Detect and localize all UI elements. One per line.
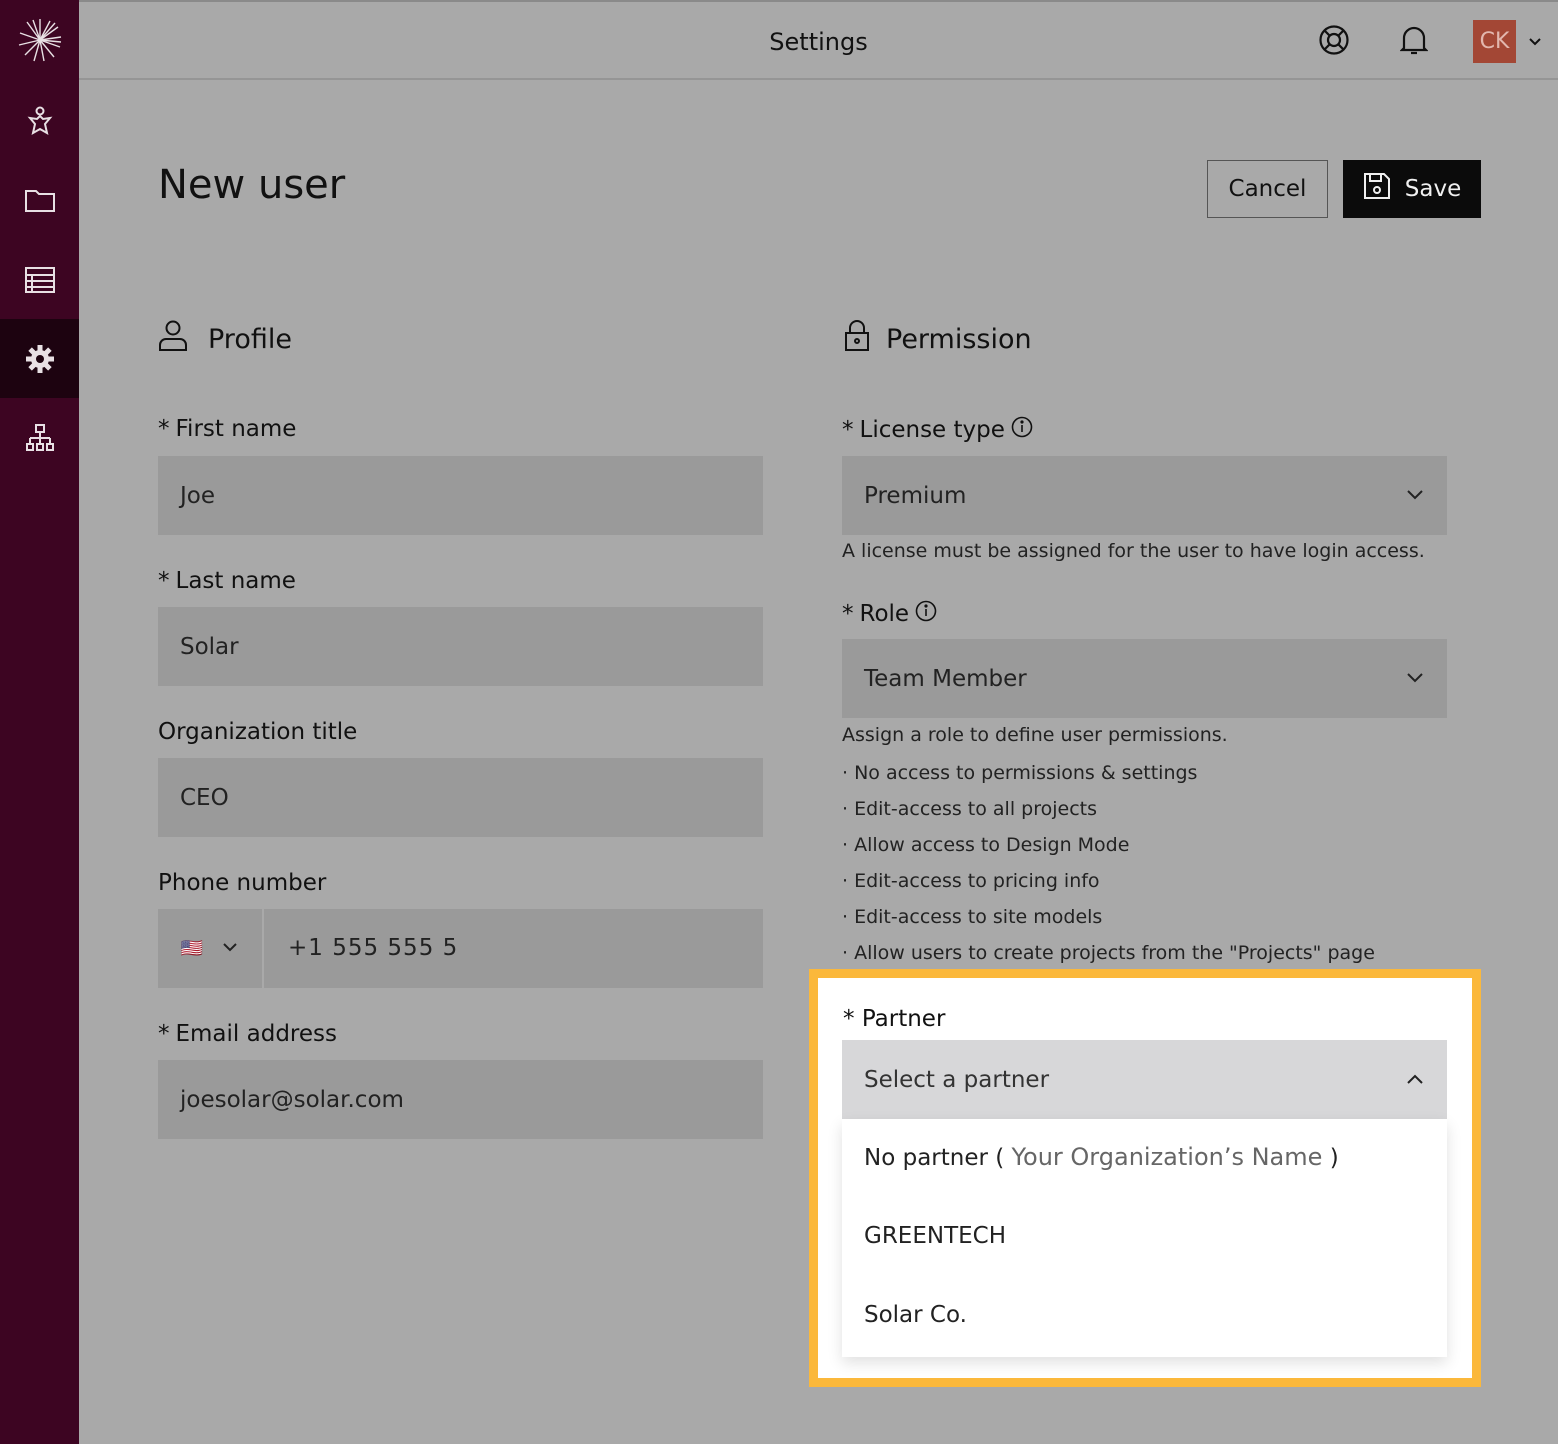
license-type-label: * License type [842,416,1033,444]
info-icon[interactable] [915,600,937,628]
email-label: * Email address [158,1021,337,1047]
table-list-icon[interactable] [0,240,79,319]
role-permission-item: · No access to permissions & settings [842,762,1198,784]
save-button[interactable]: Save [1343,160,1481,218]
partner-label: * Partner [843,1006,945,1032]
profile-heading-text: Profile [208,324,292,355]
partner-option-no-partner[interactable]: No partner ( Your Organization’s Name ) [864,1143,1339,1171]
license-type-value: Premium [864,482,967,509]
license-type-label-text: License type [859,417,1005,443]
org-title-input[interactable]: CEO [158,758,763,837]
partner-select[interactable]: Select a partner [842,1040,1447,1119]
org-title-label-text: Organization title [158,719,358,745]
email-input[interactable]: joesolar@solar.com [158,1060,763,1139]
org-name-placeholder: Your Organization’s Name [1011,1143,1323,1171]
role-permissions-list: · No access to permissions & settings · … [842,755,1375,971]
lock-icon [844,320,870,359]
required-marker: * [158,1021,170,1047]
help-lifebuoy-icon[interactable] [1316,22,1352,58]
last-name-label: * Last name [158,568,296,594]
phone-number-input[interactable]: +1 555 555 5 [288,909,458,988]
folder-icon[interactable] [0,160,79,239]
partner-highlight-panel: * Partner Select a partner No partner ( … [809,969,1481,1387]
role-permission-item: · Edit-access to all projects [842,798,1097,820]
profile-section-heading: Profile [158,320,292,359]
license-help-text: A license must be assigned for the user … [842,540,1425,562]
first-name-label-text: First name [175,416,297,442]
info-icon[interactable] [1011,416,1033,444]
phone-label: Phone number [158,870,326,896]
role-label: * Role [842,600,937,628]
save-disk-icon [1363,172,1391,206]
email-label-text: Email address [175,1021,337,1047]
chevron-down-icon [1405,668,1425,688]
required-marker: * [158,416,170,442]
phone-label-text: Phone number [158,870,327,896]
page-title: New user [158,162,346,208]
chevron-up-icon [1405,1069,1425,1089]
required-marker: * [842,601,854,627]
sidebar [0,0,79,1444]
sunburst-logo-icon[interactable] [0,0,79,80]
required-marker: * [842,417,854,443]
partner-option-solar-co[interactable]: Solar Co. [864,1302,967,1328]
us-flag-icon: 🇺🇸 [180,938,204,959]
role-select[interactable]: Team Member [842,639,1447,718]
last-name-input[interactable]: Solar [158,607,763,686]
required-marker: * [843,1006,855,1032]
chevron-down-icon[interactable] [1526,33,1544,51]
cancel-button[interactable]: Cancel [1207,160,1328,218]
role-permission-item: · Edit-access to pricing info [842,870,1100,892]
partner-option-greentech[interactable]: GREENTECH [864,1223,1006,1249]
option-prefix: No partner ( [864,1145,1012,1171]
role-permission-item: · Edit-access to site models [842,906,1103,928]
first-name-input[interactable]: Joe [158,456,763,535]
role-permission-item: · Allow access to Design Mode [842,834,1130,856]
partner-dropdown-menu: No partner ( Your Organization’s Name ) … [842,1119,1447,1357]
first-name-label: * First name [158,416,296,442]
role-permission-item: · Allow users to create projects from th… [842,942,1375,964]
role-label-text: Role [859,601,910,627]
required-marker: * [158,568,170,594]
partner-label-text: Partner [861,1006,946,1032]
person-star-icon[interactable] [0,80,79,159]
org-title-label: Organization title [158,719,357,745]
role-help-text: Assign a role to define user permissions… [842,724,1228,746]
bell-icon[interactable] [1396,22,1432,58]
person-icon [158,320,188,359]
country-code-select[interactable]: 🇺🇸 [158,909,264,988]
chevron-down-icon [1405,485,1425,505]
phone-field: 🇺🇸 +1 555 555 5 [158,909,763,988]
license-type-select[interactable]: Premium [842,456,1447,535]
save-label: Save [1404,176,1462,202]
partner-placeholder: Select a partner [864,1066,1050,1093]
permission-heading-text: Permission [886,324,1032,355]
user-avatar[interactable]: CK [1473,20,1516,63]
chevron-down-icon [221,938,239,960]
permission-section-heading: Permission [844,320,1032,359]
last-name-label-text: Last name [175,568,296,594]
option-suffix: ) [1322,1145,1339,1171]
gear-icon[interactable] [0,319,79,398]
role-value: Team Member [864,665,1027,692]
org-chart-icon[interactable] [0,398,79,477]
